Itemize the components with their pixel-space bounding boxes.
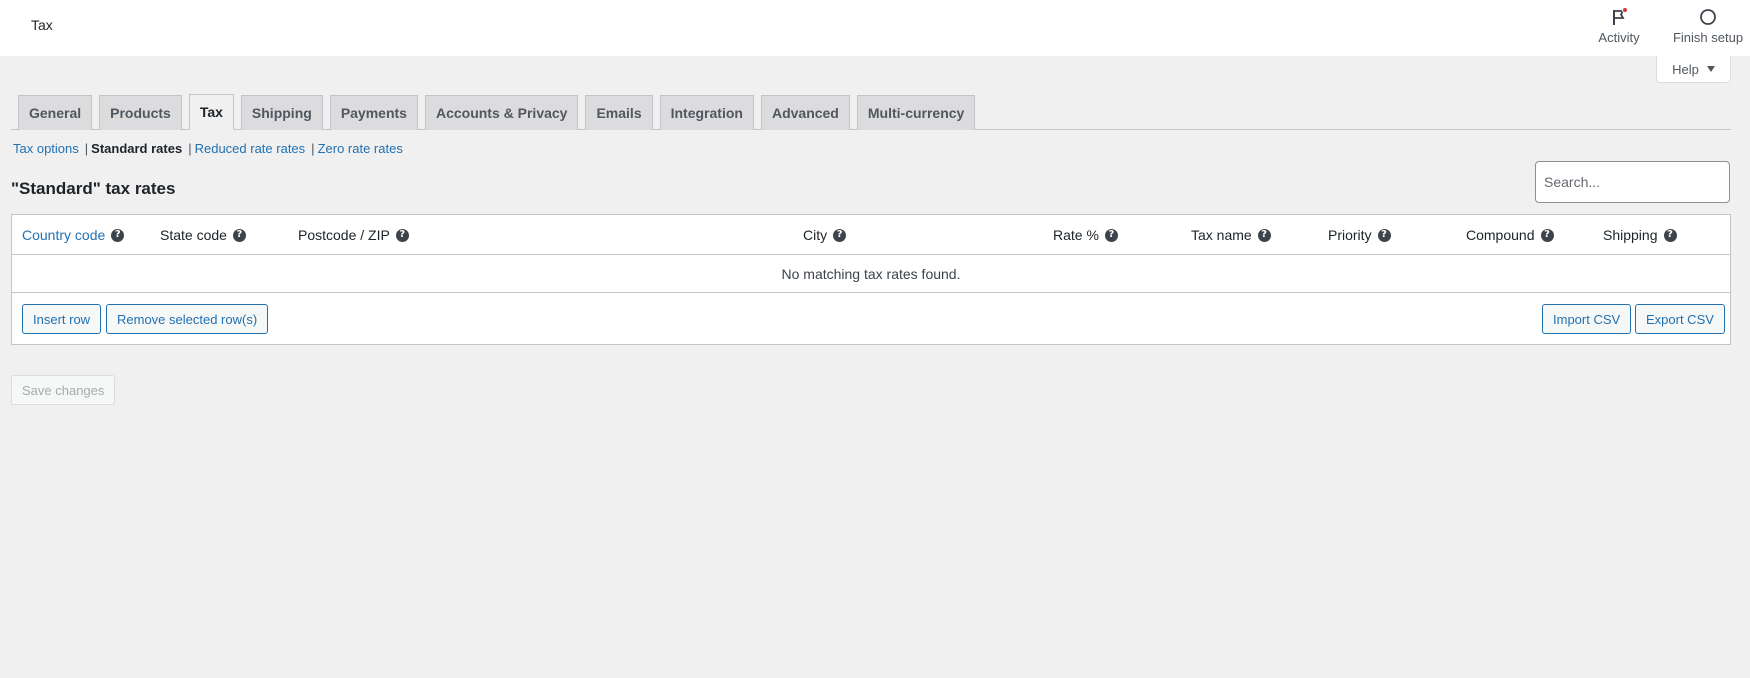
column-city: City ? (803, 227, 847, 243)
column-priority: Priority ? (1328, 227, 1391, 243)
notification-dot (1622, 7, 1628, 13)
export-csv-button[interactable]: Export CSV (1635, 304, 1725, 334)
tab-accounts-privacy[interactable]: Accounts & Privacy (424, 95, 579, 130)
help-tip-icon[interactable]: ? (1540, 228, 1554, 242)
settings-tabs: General Products Tax Shipping Payments A… (18, 94, 976, 130)
tab-shipping[interactable]: Shipping (240, 95, 323, 130)
circle-progress-icon (1698, 6, 1718, 28)
column-postcode-zip: Postcode / ZIP ? (298, 227, 409, 243)
subnav-separator: | (188, 141, 192, 156)
table-header: Country code ? State code ? Postcode / Z… (12, 215, 1730, 255)
finish-setup-button[interactable]: Finish setup (1664, 6, 1750, 52)
remove-selected-rows-button[interactable]: Remove selected row(s) (106, 304, 269, 334)
subnav-separator: | (311, 141, 315, 156)
page-title: Tax (31, 17, 53, 33)
tab-emails[interactable]: Emails (585, 95, 653, 130)
help-tip-icon[interactable]: ? (1104, 228, 1118, 242)
help-tip-icon[interactable]: ? (1257, 228, 1271, 242)
subnav-reduced-rate-rates[interactable]: Reduced rate rates (195, 141, 306, 156)
tab-tax[interactable]: Tax (188, 94, 234, 130)
tax-subnav: Tax options | Standard rates | Reduced r… (13, 141, 403, 156)
help-tip-icon[interactable]: ? (111, 228, 125, 242)
save-changes-button[interactable]: Save changes (11, 375, 116, 405)
search-input[interactable] (1535, 161, 1730, 203)
column-country-code[interactable]: Country code ? (22, 227, 125, 243)
tab-payments[interactable]: Payments (329, 95, 418, 130)
tab-integration[interactable]: Integration (659, 95, 754, 130)
tab-multi-currency[interactable]: Multi-currency (856, 95, 976, 130)
help-tip-icon[interactable]: ? (232, 228, 246, 242)
top-header: Tax Activity Finish setup (0, 0, 1750, 56)
activity-button[interactable]: Activity (1579, 6, 1659, 52)
help-button[interactable]: Help (1656, 56, 1731, 83)
column-rate: Rate % ? (1053, 227, 1118, 243)
column-label[interactable]: Country code (22, 227, 105, 243)
subnav-zero-rate-rates[interactable]: Zero rate rates (318, 141, 403, 156)
tab-products[interactable]: Products (99, 95, 182, 130)
tab-advanced[interactable]: Advanced (760, 95, 850, 130)
column-label: Compound (1466, 227, 1535, 243)
column-label: State code (160, 227, 227, 243)
finish-setup-label: Finish setup (1672, 30, 1744, 45)
column-label: Rate % (1053, 227, 1099, 243)
column-label: Priority (1328, 227, 1372, 243)
table-footer: Insert row Remove selected row(s) Import… (12, 293, 1730, 345)
insert-row-button[interactable]: Insert row (22, 304, 102, 334)
column-state-code: State code ? (160, 227, 246, 243)
subnav-tax-options[interactable]: Tax options (13, 141, 79, 156)
section-title: "Standard" tax rates (11, 179, 176, 198)
column-compound: Compound ? (1466, 227, 1554, 243)
flag-icon (1609, 6, 1629, 28)
column-label: Postcode / ZIP (298, 227, 390, 243)
subnav-separator: | (84, 141, 89, 156)
import-csv-button[interactable]: Import CSV (1542, 304, 1632, 334)
column-label: City (803, 227, 828, 243)
help-tip-icon[interactable]: ? (1377, 228, 1391, 242)
caret-down-icon (1706, 66, 1715, 72)
help-tip-icon[interactable]: ? (833, 228, 847, 242)
column-label: Shipping (1603, 227, 1658, 243)
column-shipping: Shipping ? (1603, 227, 1677, 243)
empty-table-message: No matching tax rates found. (12, 255, 1730, 293)
tax-rates-table: Country code ? State code ? Postcode / Z… (11, 214, 1731, 345)
help-tip-icon[interactable]: ? (1663, 228, 1677, 242)
subnav-standard-rates[interactable]: Standard rates (91, 141, 182, 156)
help-tip-icon[interactable]: ? (395, 228, 409, 242)
column-label: Tax name (1191, 227, 1252, 243)
tab-general[interactable]: General (18, 95, 93, 130)
column-tax-name: Tax name ? (1191, 227, 1271, 243)
help-label: Help (1672, 61, 1699, 77)
activity-label: Activity (1598, 30, 1640, 45)
